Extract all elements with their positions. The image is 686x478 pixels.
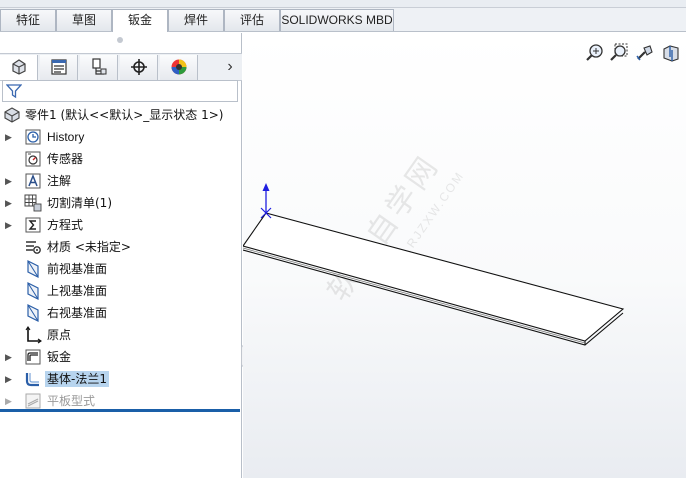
previous-view-button[interactable] xyxy=(635,43,655,63)
expand-arrow-icon[interactable]: ▶ xyxy=(5,197,15,209)
tree-root-label: 零件1 (默认<<默认>_显示状态 1>) xyxy=(25,108,224,122)
plane-icon xyxy=(24,282,42,300)
expand-arrow-icon[interactable]: ▶ xyxy=(5,395,15,407)
tree-item-front-plane[interactable]: 前视基准面 xyxy=(0,258,242,280)
tab-propertymanager[interactable] xyxy=(40,55,78,80)
zoom-to-fit-button[interactable] xyxy=(585,43,605,63)
sheet-metal-plate[interactable] xyxy=(243,212,625,346)
tab-sheet-metal[interactable]: 钣金 xyxy=(112,9,168,32)
annotation-icon xyxy=(24,172,42,190)
model-viewport: 软件自学网 WWW.RJZXW.COM xyxy=(243,148,625,346)
tab-dimxpert[interactable] xyxy=(120,55,158,80)
sensor-icon xyxy=(24,150,42,168)
cutlist-icon xyxy=(24,194,42,212)
tree-item-sheet-metal[interactable]: ▶ 钣金 xyxy=(0,346,242,368)
zoom-to-area-button[interactable] xyxy=(609,43,629,63)
tree-item-label: 原点 xyxy=(47,328,72,342)
feature-manager-panel: › 零件1 (默认<<默认>_显示状态 1>) ▶ History 传感器 ▶ … xyxy=(0,33,242,478)
expand-arrow-icon[interactable]: ▶ xyxy=(5,351,15,363)
more-tabs-button[interactable]: › xyxy=(222,57,238,77)
tree-item-material[interactable]: 材质 <未指定> xyxy=(0,236,242,258)
solidworks-window: 特征 草图 钣金 焊件 评估 SOLIDWORKS MBD › 零件1 (默认<… xyxy=(0,0,686,478)
rollback-bar[interactable] xyxy=(0,409,240,412)
material-icon xyxy=(24,238,42,256)
tree-item-label: 传感器 xyxy=(47,152,84,166)
panel-splitter[interactable] xyxy=(117,37,123,43)
part-icon xyxy=(3,106,21,124)
tree-item-sensors[interactable]: 传感器 xyxy=(0,148,242,170)
tree-item-label: History xyxy=(47,130,85,144)
section-view-button[interactable] xyxy=(661,43,681,63)
command-manager-tabs: 特征 草图 钣金 焊件 评估 SOLIDWORKS MBD xyxy=(0,8,686,32)
tree-item-label: 右视基准面 xyxy=(47,306,108,320)
title-strip xyxy=(0,0,686,8)
featuremanager-icon xyxy=(12,59,26,75)
configurationmanager-icon xyxy=(92,58,107,75)
tab-evaluate[interactable]: 评估 xyxy=(224,9,280,31)
tree-item-history[interactable]: ▶ History xyxy=(0,126,242,148)
tab-solidworks-mbd[interactable]: SOLIDWORKS MBD xyxy=(280,9,394,31)
tab-weldments[interactable]: 焊件 xyxy=(168,9,224,31)
tree-filter[interactable] xyxy=(2,80,238,102)
tab-sketch[interactable]: 草图 xyxy=(56,9,112,31)
tree-item-label: 基体-法兰1 xyxy=(45,371,109,387)
tab-configurationmanager[interactable] xyxy=(80,55,118,80)
tree-item-label: 注解 xyxy=(47,174,72,188)
zoom-to-fit-icon xyxy=(586,44,603,61)
base-flange-icon xyxy=(24,370,42,388)
tree-item-base-flange[interactable]: ▶ 基体-法兰1 xyxy=(0,368,242,390)
origin-icon xyxy=(24,326,42,344)
displaymanager-icon xyxy=(171,59,187,75)
tree-item-right-plane[interactable]: 右视基准面 xyxy=(0,302,242,324)
tree-item-label: 方程式 xyxy=(47,218,84,232)
tree-root-part[interactable]: 零件1 (默认<<默认>_显示状态 1>) xyxy=(0,104,242,126)
sheetmetal-icon xyxy=(24,348,42,366)
tree-item-origin[interactable]: 原点 xyxy=(0,324,242,346)
expand-arrow-icon[interactable]: ▶ xyxy=(5,219,15,231)
reference-triad xyxy=(260,183,272,219)
history-icon xyxy=(24,128,42,146)
tree-item-label: 前视基准面 xyxy=(47,262,108,276)
expand-arrow-icon[interactable]: ▶ xyxy=(5,131,15,143)
filter-icon xyxy=(6,84,22,99)
tree-item-annotations[interactable]: ▶ 注解 xyxy=(0,170,242,192)
expand-arrow-icon[interactable]: ▶ xyxy=(5,175,15,187)
plane-icon xyxy=(24,260,42,278)
tree-item-label: 材质 <未指定> xyxy=(47,240,131,254)
tree-item-label: 上视基准面 xyxy=(47,284,108,298)
tree-item-cut-list[interactable]: ▶ 切割清单(1) xyxy=(0,192,242,214)
tree-item-label: 钣金 xyxy=(47,350,72,364)
manager-tabs: › xyxy=(0,53,242,81)
tab-features[interactable]: 特征 xyxy=(0,9,56,31)
plane-icon xyxy=(24,304,42,322)
zoom-to-area-icon xyxy=(610,43,628,61)
equation-icon xyxy=(24,216,42,234)
tab-featuremanager[interactable] xyxy=(0,55,38,80)
propertymanager-icon xyxy=(51,59,67,75)
tree-item-equations[interactable]: ▶ 方程式 xyxy=(0,214,242,236)
tree-item-label: 切割清单(1) xyxy=(47,196,112,210)
section-view-icon xyxy=(663,45,679,62)
previous-view-icon xyxy=(636,45,653,61)
flat-pattern-icon xyxy=(24,392,42,410)
tree-item-label: 平板型式 xyxy=(47,394,96,408)
dimxpert-icon xyxy=(131,59,147,75)
expand-arrow-icon[interactable]: ▶ xyxy=(5,373,15,385)
graphics-area[interactable]: 软件自学网 WWW.RJZXW.COM xyxy=(243,33,686,478)
tab-displaymanager[interactable] xyxy=(160,55,198,80)
tree-item-top-plane[interactable]: 上视基准面 xyxy=(0,280,242,302)
